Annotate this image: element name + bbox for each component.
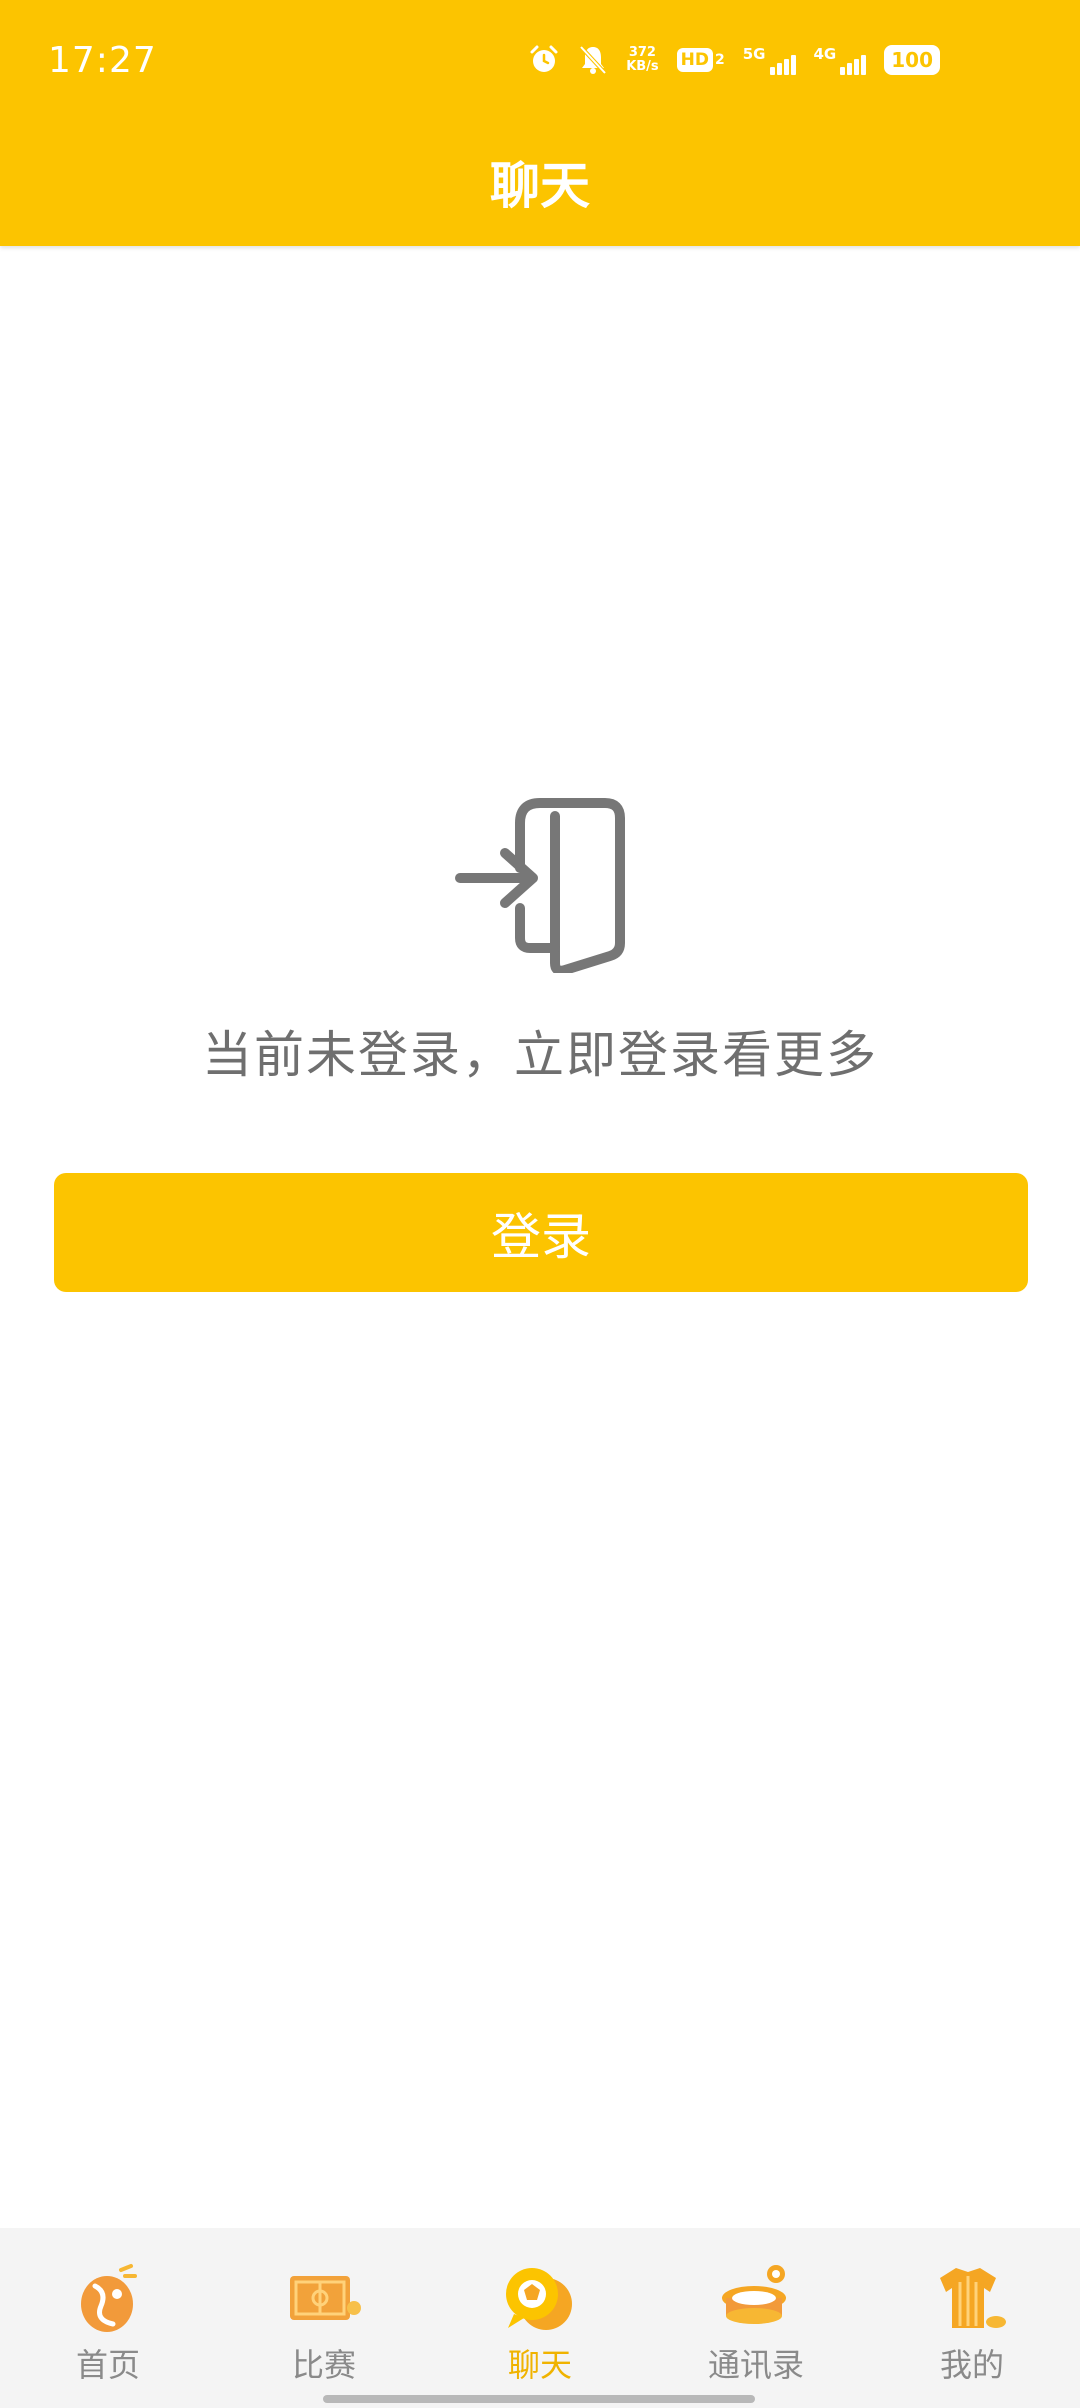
signal-4g: 4G [814,45,867,75]
nav-label-match: 比赛 [291,2346,356,2384]
signal-5g: 5G [743,45,796,75]
jersey-icon [932,2262,1012,2334]
bottom-nav: 首页 比赛 聊天 通讯录 我的 [0,2228,1080,2408]
chat-icon [500,2262,580,2334]
login-button[interactable]: 登录 [54,1173,1028,1292]
nav-item-mine[interactable]: 我的 [864,2228,1080,2408]
nav-item-home[interactable]: 首页 [0,2228,216,2408]
contacts-stadium-icon [716,2262,796,2334]
network-speed-unit: KB/s [626,59,659,74]
nav-label-home: 首页 [75,2346,140,2384]
hd-voice-indicator: HD 2 [676,48,725,72]
network-speed-value: 372 [628,45,656,60]
nav-item-contacts[interactable]: 通讯录 [648,2228,864,2408]
signal-4g-label: 4G [813,45,837,63]
nav-label-contacts: 通讯录 [707,2346,804,2384]
status-icons: 372 KB/s HD 2 5G 4G 100 [528,44,940,76]
home-indicator[interactable] [323,2395,755,2403]
home-icon [68,2262,148,2334]
nav-item-chat[interactable]: 聊天 [432,2228,648,2408]
nav-label-mine: 我的 [939,2346,1004,2384]
nav-item-match[interactable]: 比赛 [216,2228,432,2408]
chat-screen: 17:27 372 KB/s HD 2 5G 4G 100 聊天 当前未登录，立… [0,0,1080,2408]
mute-bell-icon [578,44,608,76]
page-title: 聊天 [490,157,590,215]
status-time: 17:27 [48,40,157,81]
match-field-icon [284,2262,364,2334]
battery-indicator: 100 [884,45,940,75]
hd-sub: 2 [715,52,725,68]
login-door-icon [455,798,630,976]
alarm-icon [528,44,560,76]
hd-badge: HD [676,48,713,72]
nav-label-chat: 聊天 [507,2346,572,2384]
status-bar: 17:27 372 KB/s HD 2 5G 4G 100 [0,0,1080,128]
app-header: 17:27 372 KB/s HD 2 5G 4G 100 聊天 [0,0,1080,246]
login-prompt-text: 当前未登录，立即登录看更多 [202,1026,878,1084]
signal-5g-label: 5G [742,45,766,63]
network-speed: 372 KB/s [626,46,658,74]
